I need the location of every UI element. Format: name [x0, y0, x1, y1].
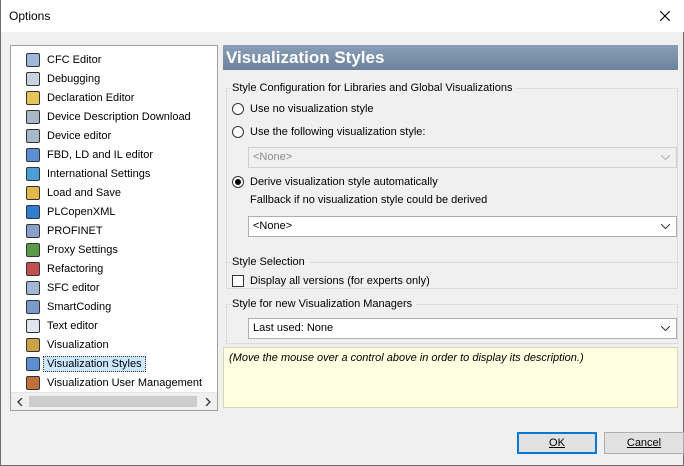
sidebar-item[interactable]: International Settings: [11, 164, 217, 183]
sidebar-item-label: Load and Save: [47, 186, 122, 199]
sidebar-item-label: Proxy Settings: [47, 243, 118, 256]
following-style-dropdown: <None>: [248, 147, 677, 168]
scroll-left-arrow-icon[interactable]: [12, 394, 28, 409]
proxy-icon: [26, 242, 40, 257]
visualization-styles-icon: [26, 356, 40, 371]
panel-title: Visualization Styles: [223, 45, 678, 70]
radio-derive-style-label: Derive visualization style automatically: [250, 176, 438, 188]
radio-no-style-label: Use no visualization style: [250, 103, 374, 115]
sidebar-item-label: Visualization: [47, 338, 109, 351]
sidebar-item[interactable]: Text editor: [11, 316, 217, 335]
sidebar-item-label: Refactoring: [47, 262, 104, 275]
declaration-editor-icon: [26, 90, 40, 105]
sidebar-item[interactable]: Visualization User Management: [11, 373, 217, 392]
display-all-versions-label: Display all versions (for experts only): [250, 275, 430, 287]
device-editor-icon: [26, 128, 40, 143]
sidebar-item-label: Visualization Styles: [43, 355, 146, 372]
plcopenxml-icon: [26, 204, 40, 219]
user-management-icon: [26, 375, 40, 390]
sidebar-item-label: International Settings: [47, 167, 151, 180]
sidebar-item[interactable]: Load and Save: [11, 183, 217, 202]
sidebar-item[interactable]: FBD, LD and IL editor: [11, 145, 217, 164]
folder-icon: [26, 185, 40, 200]
fallback-style-value: <None>: [253, 220, 293, 232]
fallback-label: Fallback if no visualization style could…: [250, 194, 488, 206]
following-style-value: <None>: [253, 151, 293, 163]
radio-following-style-label: Use the following visualization style:: [250, 126, 426, 138]
ok-label: OK: [549, 437, 565, 449]
checkbox-box[interactable]: [232, 275, 244, 287]
style-new-managers-label: Style for new Visualization Managers: [232, 298, 417, 310]
sidebar-item[interactable]: Device editor: [11, 126, 217, 145]
radio-no-style[interactable]: Use no visualization style: [232, 103, 374, 115]
debugging-icon: [26, 71, 40, 86]
sidebar-item-label: Device Description Download: [47, 110, 191, 123]
settings-panel: Visualization Styles Style Configuration…: [223, 45, 683, 411]
horizontal-scrollbar[interactable]: [11, 392, 217, 410]
close-button[interactable]: [645, 0, 684, 32]
sidebar-item[interactable]: PROFINET: [11, 221, 217, 240]
smartcoding-icon: [26, 299, 40, 314]
sidebar-item[interactable]: Refactoring: [11, 259, 217, 278]
chevron-down-icon: [661, 319, 670, 338]
cancel-label: Cancel: [626, 437, 662, 449]
cancel-button[interactable]: Cancel: [604, 432, 684, 454]
options-dialog: Options CFC Editor Debugging Declaration E…: [0, 0, 684, 466]
sidebar-item-label: Visualization User Management: [47, 376, 203, 389]
description-box: (Move the mouse over a control above in …: [223, 347, 678, 408]
text-editor-icon: [26, 318, 40, 333]
sidebar-item-label: PROFINET: [47, 224, 103, 237]
sidebar-item[interactable]: SmartCoding: [11, 297, 217, 316]
radio-circle-selected[interactable]: [232, 176, 244, 188]
sidebar-item[interactable]: Debugging: [11, 69, 217, 88]
device-description-icon: [26, 109, 40, 124]
refactoring-icon: [26, 261, 40, 276]
sidebar-item-label: CFC Editor: [47, 53, 102, 66]
radio-circle[interactable]: [232, 103, 244, 115]
sidebar-item[interactable]: CFC Editor: [11, 50, 217, 69]
ok-button[interactable]: OK: [517, 432, 597, 454]
sidebar-item[interactable]: Declaration Editor: [11, 88, 217, 107]
sidebar-item[interactable]: Device Description Download: [11, 107, 217, 126]
radio-derive-style[interactable]: Derive visualization style automatically: [232, 176, 438, 188]
sidebar-item-label: Declaration Editor: [47, 91, 135, 104]
sidebar-item[interactable]: SFC editor: [11, 278, 217, 297]
radio-circle[interactable]: [232, 126, 244, 138]
sidebar-item[interactable]: Proxy Settings: [11, 240, 217, 259]
sidebar-item-label: FBD, LD and IL editor: [47, 148, 153, 161]
sidebar-item[interactable]: PLCopenXML: [11, 202, 217, 221]
title-bar: Options: [1, 0, 684, 32]
options-category-list[interactable]: CFC Editor Debugging Declaration Editor Dev…: [10, 45, 218, 411]
scroll-right-arrow-icon[interactable]: [200, 394, 216, 409]
sidebar-item-label: Device editor: [47, 129, 112, 142]
last-used-value: Last used: None: [253, 322, 334, 334]
chevron-down-icon: [661, 217, 670, 236]
display-all-versions-checkbox[interactable]: Display all versions (for experts only): [232, 275, 430, 287]
visualization-icon: [26, 337, 40, 352]
fbd-editor-icon: [26, 147, 40, 162]
sfc-editor-icon: [26, 280, 40, 295]
sidebar-item-label: Debugging: [47, 72, 101, 85]
close-icon: [660, 11, 670, 21]
radio-following-style[interactable]: Use the following visualization style:: [232, 126, 425, 138]
style-selection-label: Style Selection: [232, 256, 309, 268]
style-configuration-label: Style Configuration for Libraries and Gl…: [232, 82, 517, 94]
sidebar-item[interactable]: Visualization: [11, 335, 217, 354]
sidebar-item-label: SFC editor: [47, 281, 100, 294]
fallback-style-dropdown[interactable]: <None>: [248, 216, 677, 237]
chevron-down-icon: [661, 148, 670, 167]
sidebar-item-label: PLCopenXML: [47, 205, 116, 218]
window-title: Options: [9, 9, 51, 23]
profinet-icon: [26, 223, 40, 238]
scrollbar-thumb[interactable]: [29, 396, 197, 407]
sidebar-item-label: SmartCoding: [47, 300, 112, 313]
cfc-editor-icon: [26, 52, 40, 67]
sidebar-item-label: Text editor: [47, 319, 98, 332]
sidebar-item[interactable]: Visualization Styles: [11, 354, 217, 373]
globe-icon: [26, 166, 40, 181]
last-used-dropdown[interactable]: Last used: None: [248, 318, 677, 339]
